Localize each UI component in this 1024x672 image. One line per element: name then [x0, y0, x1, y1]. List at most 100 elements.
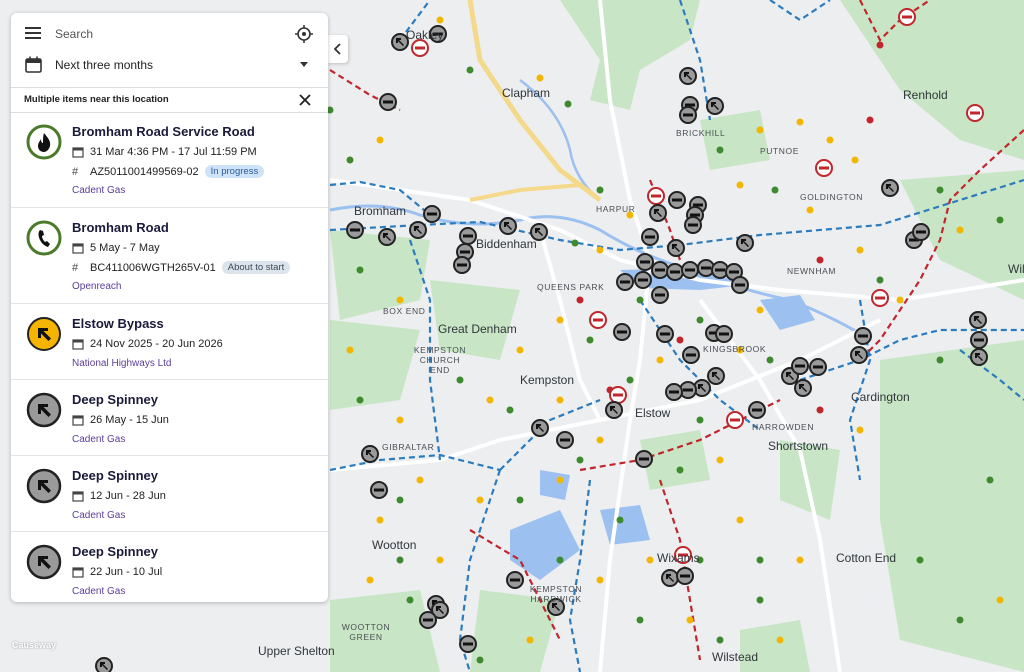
map-dot-marker[interactable]	[396, 556, 404, 564]
map-dot-marker[interactable]	[766, 356, 774, 364]
map-dot-marker[interactable]	[956, 616, 964, 624]
list-item[interactable]: Deep Spinney 22 Jun - 10 Jul Cadent Gas	[11, 532, 328, 602]
map-dot-marker[interactable]	[996, 596, 1004, 604]
map-dot-marker[interactable]	[756, 306, 764, 314]
map-dot-marker[interactable]	[866, 116, 874, 124]
diversion-marker[interactable]	[794, 379, 812, 397]
no-entry-marker[interactable]	[748, 401, 766, 419]
map-dot-marker[interactable]	[346, 346, 354, 354]
collapse-panel-button[interactable]	[328, 35, 348, 63]
map-dot-marker[interactable]	[436, 16, 444, 24]
map-dot-marker[interactable]	[596, 186, 604, 194]
map-dot-marker[interactable]	[986, 476, 994, 484]
map-dot-marker[interactable]	[616, 516, 624, 524]
map-dot-marker[interactable]	[596, 576, 604, 584]
map-dot-marker[interactable]	[956, 226, 964, 234]
no-entry-marker[interactable]	[809, 358, 827, 376]
map-dot-marker[interactable]	[356, 266, 364, 274]
road-closure-marker[interactable]	[589, 311, 607, 329]
map-dot-marker[interactable]	[816, 406, 824, 414]
map-dot-marker[interactable]	[346, 156, 354, 164]
no-entry-marker[interactable]	[912, 223, 930, 241]
diversion-marker[interactable]	[667, 239, 685, 257]
map-dot-marker[interactable]	[526, 636, 534, 644]
map-dot-marker[interactable]	[516, 346, 524, 354]
map-dot-marker[interactable]	[936, 356, 944, 364]
no-entry-marker[interactable]	[459, 635, 477, 653]
map-dot-marker[interactable]	[876, 276, 884, 284]
road-closure-marker[interactable]	[411, 39, 429, 57]
no-entry-marker[interactable]	[459, 227, 477, 245]
map-dot-marker[interactable]	[396, 416, 404, 424]
map-dot-marker[interactable]	[466, 66, 474, 74]
list-item[interactable]: Deep Spinney 26 May - 15 Jun Cadent Gas	[11, 380, 328, 456]
map-dot-marker[interactable]	[356, 396, 364, 404]
diversion-marker[interactable]	[95, 657, 113, 672]
map-dot-marker[interactable]	[736, 181, 744, 189]
no-entry-marker[interactable]	[684, 216, 702, 234]
map-dot-marker[interactable]	[796, 556, 804, 564]
no-entry-marker[interactable]	[715, 325, 733, 343]
map-dot-marker[interactable]	[776, 636, 784, 644]
map-dot-marker[interactable]	[576, 456, 584, 464]
map-dot-marker[interactable]	[876, 41, 884, 49]
no-entry-marker[interactable]	[666, 263, 684, 281]
map-dot-marker[interactable]	[576, 296, 584, 304]
no-entry-marker[interactable]	[682, 346, 700, 364]
diversion-marker[interactable]	[649, 204, 667, 222]
road-closure-marker[interactable]	[815, 159, 833, 177]
diversion-marker[interactable]	[736, 234, 754, 252]
map-dot-marker[interactable]	[826, 136, 834, 144]
map-dot-marker[interactable]	[646, 556, 654, 564]
map-dot-marker[interactable]	[716, 636, 724, 644]
map-dot-marker[interactable]	[686, 616, 694, 624]
list-item[interactable]: Bromham Road Service Road 31 Mar 4:36 PM…	[11, 112, 328, 208]
map-dot-marker[interactable]	[376, 516, 384, 524]
search-bar[interactable]: Search	[11, 13, 328, 53]
map-dot-marker[interactable]	[506, 406, 514, 414]
map-dot-marker[interactable]	[564, 100, 572, 108]
no-entry-marker[interactable]	[656, 325, 674, 343]
no-entry-marker[interactable]	[731, 276, 749, 294]
diversion-marker[interactable]	[409, 221, 427, 239]
map-dot-marker[interactable]	[806, 206, 814, 214]
no-entry-marker[interactable]	[635, 450, 653, 468]
no-entry-marker[interactable]	[651, 286, 669, 304]
map-dot-marker[interactable]	[476, 656, 484, 664]
map-dot-marker[interactable]	[556, 556, 564, 564]
map-dot-marker[interactable]	[366, 576, 374, 584]
no-entry-marker[interactable]	[556, 431, 574, 449]
map-dot-marker[interactable]	[556, 476, 564, 484]
road-closure-marker[interactable]	[609, 386, 627, 404]
map-dot-marker[interactable]	[856, 246, 864, 254]
diversion-marker[interactable]	[706, 97, 724, 115]
no-entry-marker[interactable]	[854, 327, 872, 345]
map-dot-marker[interactable]	[736, 516, 744, 524]
diversion-marker[interactable]	[361, 445, 379, 463]
no-entry-marker[interactable]	[613, 323, 631, 341]
map-dot-marker[interactable]	[456, 376, 464, 384]
road-closure-marker[interactable]	[898, 8, 916, 26]
map-dot-marker[interactable]	[571, 239, 579, 247]
diversion-marker[interactable]	[378, 228, 396, 246]
no-entry-marker[interactable]	[641, 228, 659, 246]
map-dot-marker[interactable]	[476, 496, 484, 504]
diversion-marker[interactable]	[969, 311, 987, 329]
map-dot-marker[interactable]	[376, 136, 384, 144]
map-dot-marker[interactable]	[396, 296, 404, 304]
no-entry-marker[interactable]	[423, 205, 441, 223]
map-dot-marker[interactable]	[636, 296, 644, 304]
map-dot-marker[interactable]	[636, 616, 644, 624]
map-dot-marker[interactable]	[596, 436, 604, 444]
road-closure-marker[interactable]	[966, 104, 984, 122]
list-item[interactable]: Bromham Road 5 May - 7 May # BC411006WGT…	[11, 208, 328, 304]
map-dot-marker[interactable]	[716, 146, 724, 154]
map-dot-marker[interactable]	[396, 496, 404, 504]
no-entry-marker[interactable]	[453, 256, 471, 274]
no-entry-marker[interactable]	[616, 273, 634, 291]
map-dot-marker[interactable]	[436, 556, 444, 564]
road-closure-marker[interactable]	[871, 289, 889, 307]
map-dot-marker[interactable]	[486, 396, 494, 404]
diversion-marker[interactable]	[499, 217, 517, 235]
map-dot-marker[interactable]	[406, 596, 414, 604]
